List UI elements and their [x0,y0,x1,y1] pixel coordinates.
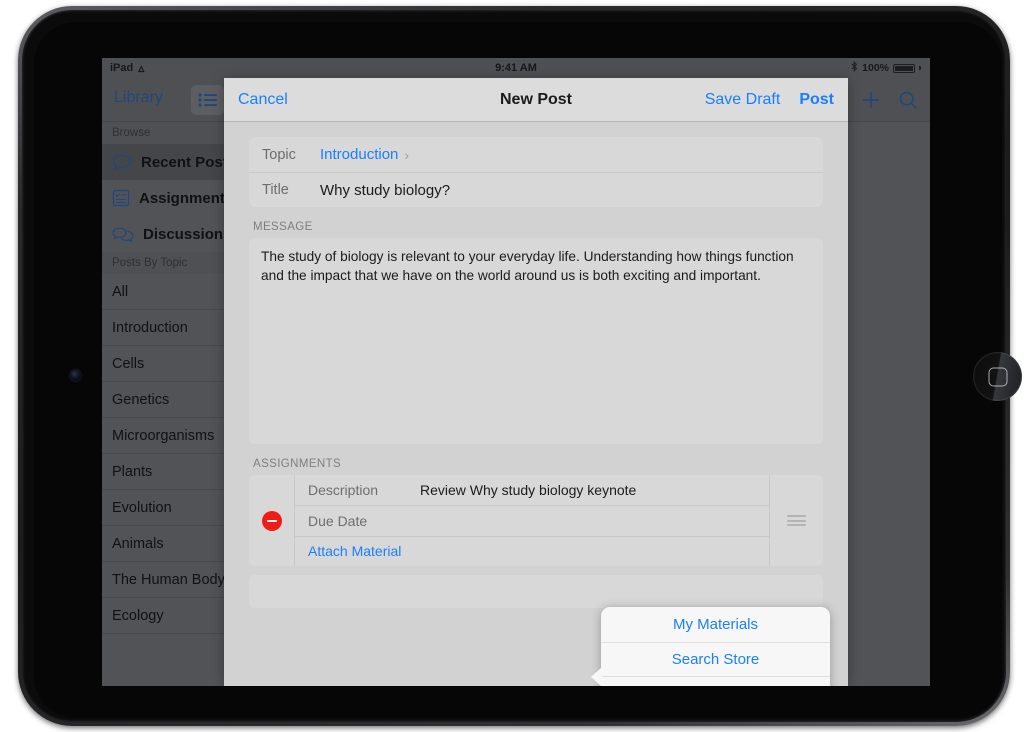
assignment-row: Description Review Why study biology key… [249,475,823,566]
assignment-description-label: Description [308,482,379,499]
modal-actions: Save Draft Post [705,91,834,109]
assignment-reorder-column[interactable] [769,475,823,566]
message-textarea[interactable]: The study of biology is relevant to your… [249,238,823,444]
title-field-row[interactable]: Title Why study biology? [249,172,823,207]
popover-item-my-materials[interactable]: My Materials [601,607,830,642]
popover-arrow [591,667,602,686]
ipad-device-frame: iPad ▵ 9:41 AM 100% Library Browse Recen… [18,6,1022,726]
topic-field-row[interactable]: Topic Introduction › [249,137,823,172]
drag-handle-icon[interactable] [787,515,806,526]
save-draft-button[interactable]: Save Draft [705,91,781,109]
popover-item-search-store[interactable]: Search Store [601,641,830,677]
post-button[interactable]: Post [799,91,834,109]
assignment-fields: Description Review Why study biology key… [295,475,769,566]
ipad-screen: iPad ▵ 9:41 AM 100% Library Browse Recen… [102,58,930,686]
assignment-due-date-row[interactable]: Due Date [295,505,769,535]
attach-material-popover: My Materials Search Store Existing Photo… [591,607,830,686]
title-field-label: Title [262,182,289,198]
popover-item-existing-photo-or-video[interactable]: Existing Photo or Video [601,676,830,686]
message-section-label: MESSAGE [253,221,313,233]
attach-material-row[interactable]: Attach Material [295,535,769,566]
front-camera-icon [70,370,81,381]
title-input[interactable]: Why study biology? [320,182,450,199]
add-assignment-row[interactable] [249,575,823,608]
assignment-description-value[interactable]: Review Why study biology keynote [420,482,636,498]
home-button-square-icon [988,367,1007,386]
assignment-description-row[interactable]: Description Review Why study biology key… [295,475,769,505]
assignment-due-date-label: Due Date [308,512,368,529]
topic-field-value[interactable]: Introduction › [320,146,409,163]
minus-circle-icon[interactable] [261,510,282,531]
assignments-section-label: ASSIGNMENTS [253,458,342,470]
topic-field-label: Topic [262,146,296,163]
modal-body: Topic Introduction › Title Why study bio… [224,123,848,686]
new-post-modal-sheet: Cancel New Post Save Draft Post Topic In… [224,78,848,686]
device-bezel: iPad ▵ 9:41 AM 100% Library Browse Recen… [22,10,1022,722]
attach-material-button[interactable]: Attach Material [308,543,401,559]
chevron-right-icon: › [404,146,410,163]
home-button[interactable] [973,352,1022,401]
assignment-delete-column [249,475,295,566]
modal-navigation-bar: Cancel New Post Save Draft Post [224,78,848,122]
post-fields-group: Topic Introduction › Title Why study bio… [249,137,823,207]
topic-value-text: Introduction [320,146,399,163]
